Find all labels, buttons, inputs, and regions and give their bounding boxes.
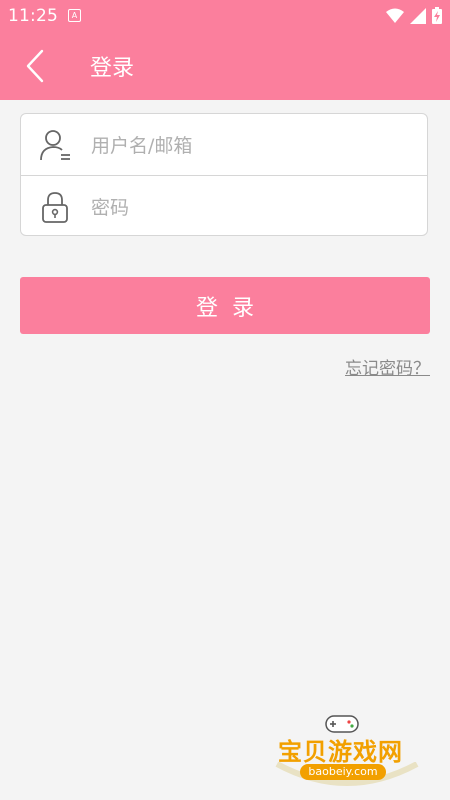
password-input[interactable] — [89, 176, 413, 239]
app-bar: 登录 — [0, 32, 450, 100]
lock-icon — [42, 192, 68, 223]
signal-icon — [410, 7, 426, 24]
login-form — [20, 113, 428, 239]
watermark-text: 宝贝游戏网 — [278, 738, 403, 766]
a-notification-icon: A — [68, 9, 81, 22]
chevron-left-icon — [26, 49, 44, 83]
login-button[interactable]: 登录 — [20, 277, 430, 334]
back-button[interactable] — [22, 48, 52, 84]
wifi-icon — [386, 8, 404, 23]
watermark-url: baobeiy.com — [300, 764, 386, 780]
forgot-password-link[interactable]: 忘记密码？ — [345, 354, 430, 379]
user-icon — [40, 130, 70, 161]
username-row — [21, 114, 427, 177]
watermark-logo: 宝贝游戏网 baobeiy.com — [272, 712, 422, 794]
username-input[interactable] — [89, 114, 413, 177]
password-row — [21, 176, 427, 239]
status-icons — [386, 7, 442, 24]
gamepad-icon — [325, 715, 359, 733]
status-bar: 11:25 A — [0, 0, 450, 32]
status-time: 11:25 — [8, 6, 58, 26]
battery-charging-icon — [432, 7, 442, 24]
page-title: 登录 — [90, 56, 135, 81]
